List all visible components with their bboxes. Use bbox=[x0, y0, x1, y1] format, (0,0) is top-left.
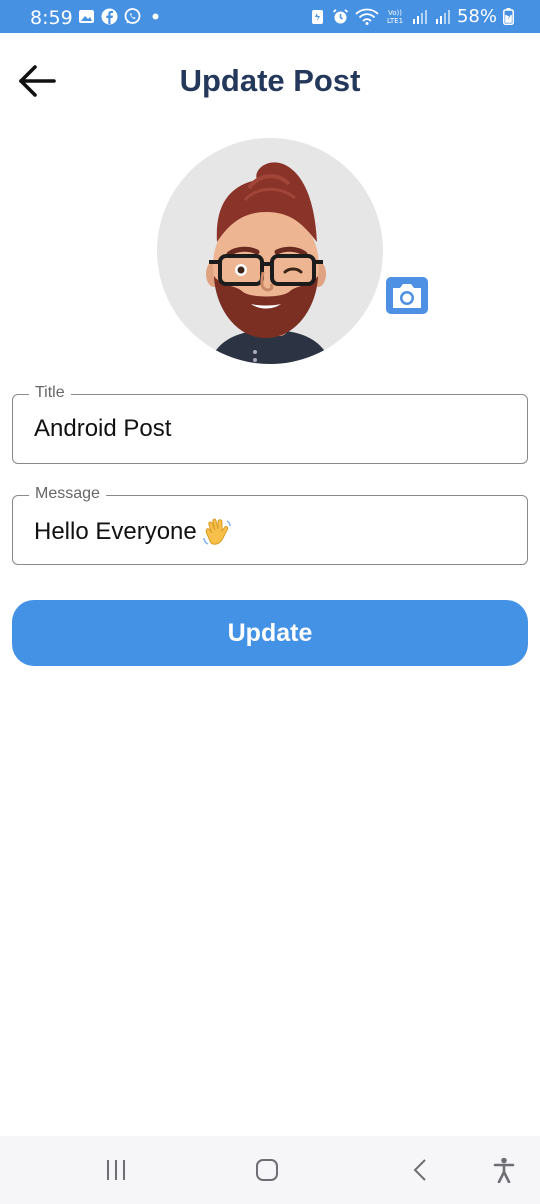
status-right-icons: Vo)) LTE1 58% bbox=[309, 6, 514, 27]
svg-text:Vo)): Vo)) bbox=[388, 9, 402, 17]
title-input[interactable] bbox=[34, 415, 504, 443]
message-input[interactable]: Hello Everyone bbox=[34, 516, 504, 548]
battery-icon bbox=[503, 8, 514, 25]
update-button[interactable]: Update bbox=[12, 600, 528, 666]
whatsapp-icon bbox=[124, 8, 141, 24]
message-text: Hello Everyone bbox=[34, 518, 197, 545]
status-time: 8:59 bbox=[30, 7, 73, 29]
back-icon bbox=[413, 1159, 426, 1181]
change-photo-button[interactable] bbox=[386, 277, 428, 314]
nav-bar bbox=[0, 1136, 540, 1204]
status-left-icons bbox=[78, 8, 164, 25]
message-label: Message bbox=[29, 485, 106, 503]
facebook-icon bbox=[101, 8, 118, 25]
signal-icon bbox=[412, 10, 427, 24]
waving-hand-icon bbox=[203, 518, 231, 545]
header: Update Post bbox=[0, 33, 540, 129]
avatar-memoji-icon bbox=[206, 162, 331, 364]
avatar[interactable] bbox=[157, 138, 383, 364]
battery-percent: 58% bbox=[456, 6, 497, 27]
recents-button[interactable] bbox=[98, 1154, 134, 1186]
recents-icon bbox=[107, 1160, 125, 1180]
status-bar: 8:59 Vo)) LTE1 58% bbox=[0, 0, 540, 33]
data-saver-icon bbox=[311, 10, 323, 24]
nav-back-button[interactable] bbox=[402, 1154, 438, 1186]
gallery-icon bbox=[79, 10, 94, 23]
signal-icon bbox=[435, 10, 450, 24]
message-field[interactable]: Message Hello Everyone bbox=[12, 485, 528, 565]
title-field[interactable]: Title bbox=[12, 384, 528, 464]
volte-icon: Vo))LTE1 bbox=[387, 9, 403, 25]
page-title: Update Post bbox=[179, 63, 361, 98]
title-label: Title bbox=[29, 384, 71, 402]
accessibility-button[interactable] bbox=[486, 1154, 522, 1186]
svg-text:LTE1: LTE1 bbox=[387, 17, 403, 25]
wifi-icon bbox=[355, 8, 379, 25]
alarm-icon bbox=[332, 9, 349, 24]
camera-icon bbox=[393, 283, 421, 308]
dot-icon bbox=[152, 13, 159, 20]
accessibility-icon bbox=[493, 1157, 515, 1183]
home-button[interactable] bbox=[249, 1154, 285, 1186]
home-icon bbox=[256, 1159, 278, 1181]
